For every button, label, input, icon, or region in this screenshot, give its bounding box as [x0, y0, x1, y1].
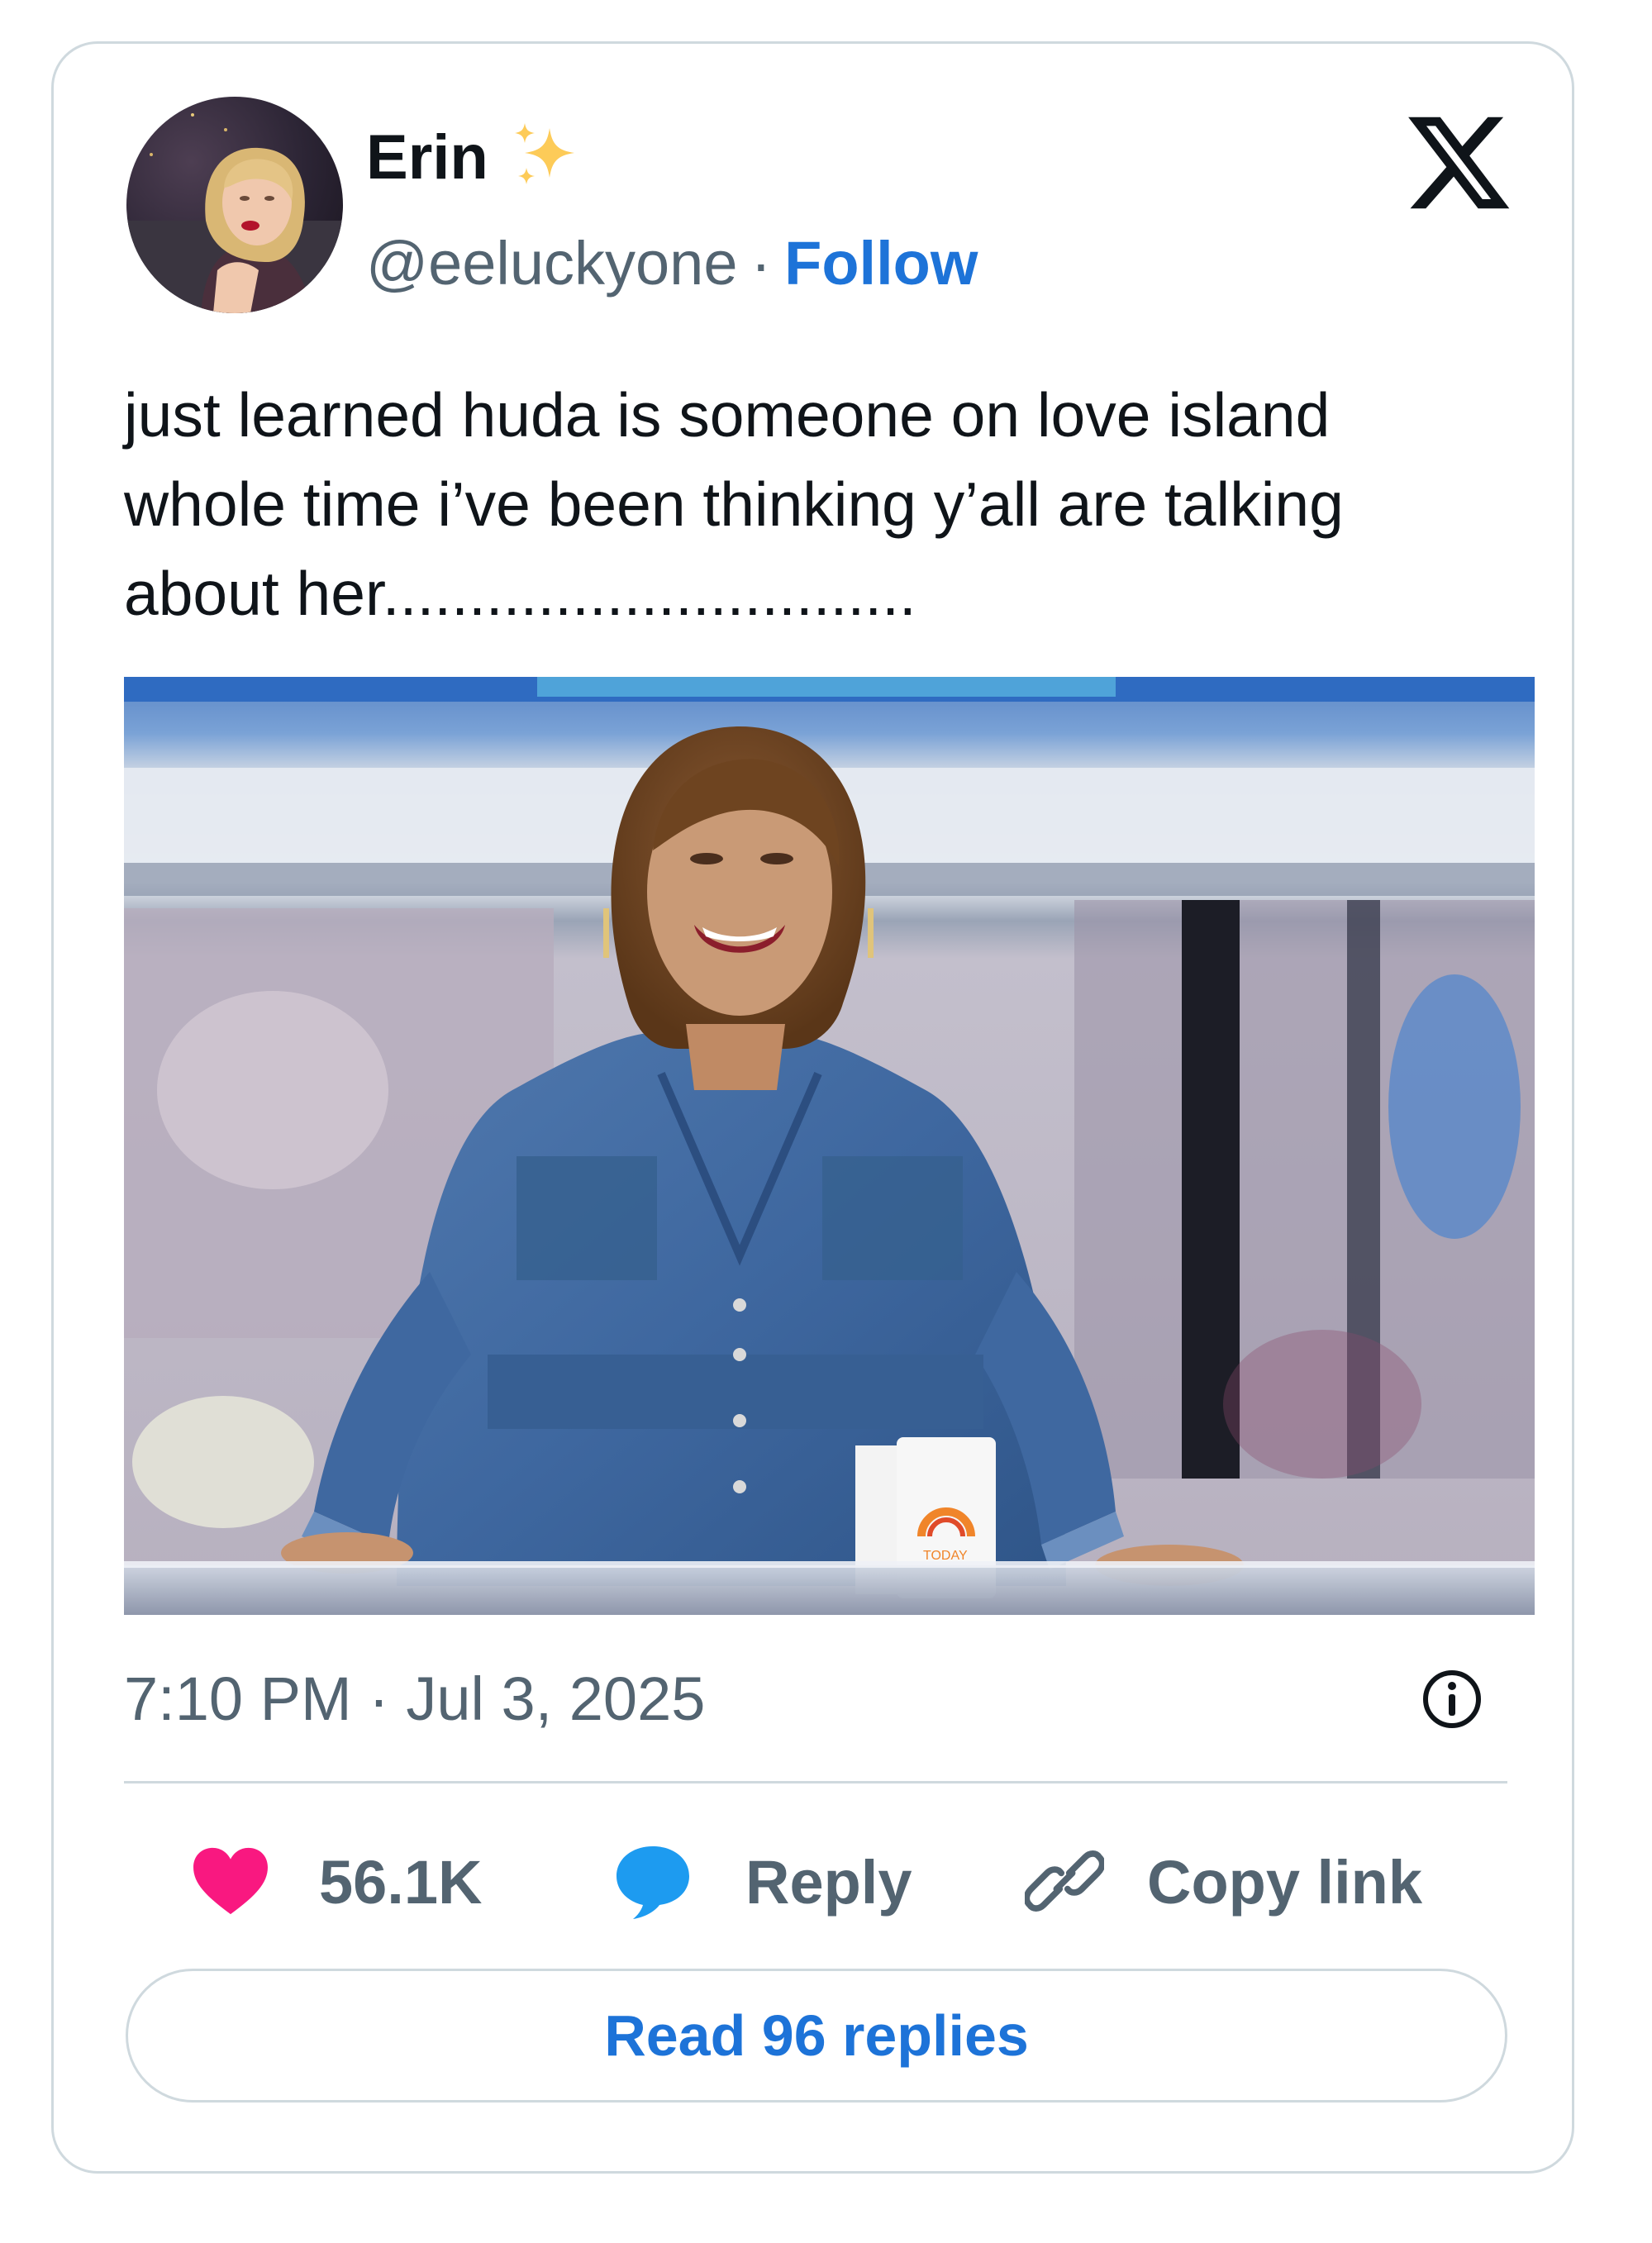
divider: [124, 1781, 1507, 1783]
reply-button[interactable]: Reply: [612, 1829, 912, 1936]
sparkles-icon: [507, 120, 583, 196]
author-name-row: Erin: [366, 118, 583, 198]
today-cup-label: TODAY: [923, 1549, 968, 1563]
info-icon[interactable]: [1419, 1666, 1485, 1732]
tweet-timestamp[interactable]: 7:10 PM · Jul 3, 2025: [124, 1657, 705, 1740]
author-display-name[interactable]: Erin: [366, 126, 488, 189]
like-button[interactable]: 56.1K: [190, 1829, 482, 1936]
x-logo-icon[interactable]: [1402, 107, 1515, 219]
reply-label: Reply: [745, 1848, 912, 1917]
author-handle[interactable]: @eeluckyone: [366, 233, 738, 294]
author-handle-row: @eeluckyone · Follow: [366, 224, 978, 303]
tweet-text: just learned huda is someone on love isl…: [124, 380, 1344, 628]
action-bar: 56.1K Reply Copy link: [124, 1829, 1529, 1936]
heart-icon: [190, 1845, 271, 1922]
page: Erin @eeluckyone · Follow just learned h…: [0, 0, 1652, 2243]
speech-bubble-icon: [612, 1840, 694, 1926]
embedded-tweet-card[interactable]: Erin @eeluckyone · Follow just learned h…: [51, 41, 1574, 2174]
follow-button[interactable]: Follow: [784, 233, 978, 294]
copy-link-label: Copy link: [1147, 1848, 1423, 1917]
tweet-photo[interactable]: TODAY: [124, 677, 1535, 1615]
copy-link-button[interactable]: Copy link: [1023, 1829, 1423, 1936]
link-icon: [1023, 1841, 1106, 1925]
avatar[interactable]: [126, 97, 343, 313]
separator-dot: ·: [750, 229, 772, 298]
like-count: 56.1K: [319, 1848, 483, 1917]
read-replies-button[interactable]: Read 96 replies: [126, 1969, 1507, 2103]
